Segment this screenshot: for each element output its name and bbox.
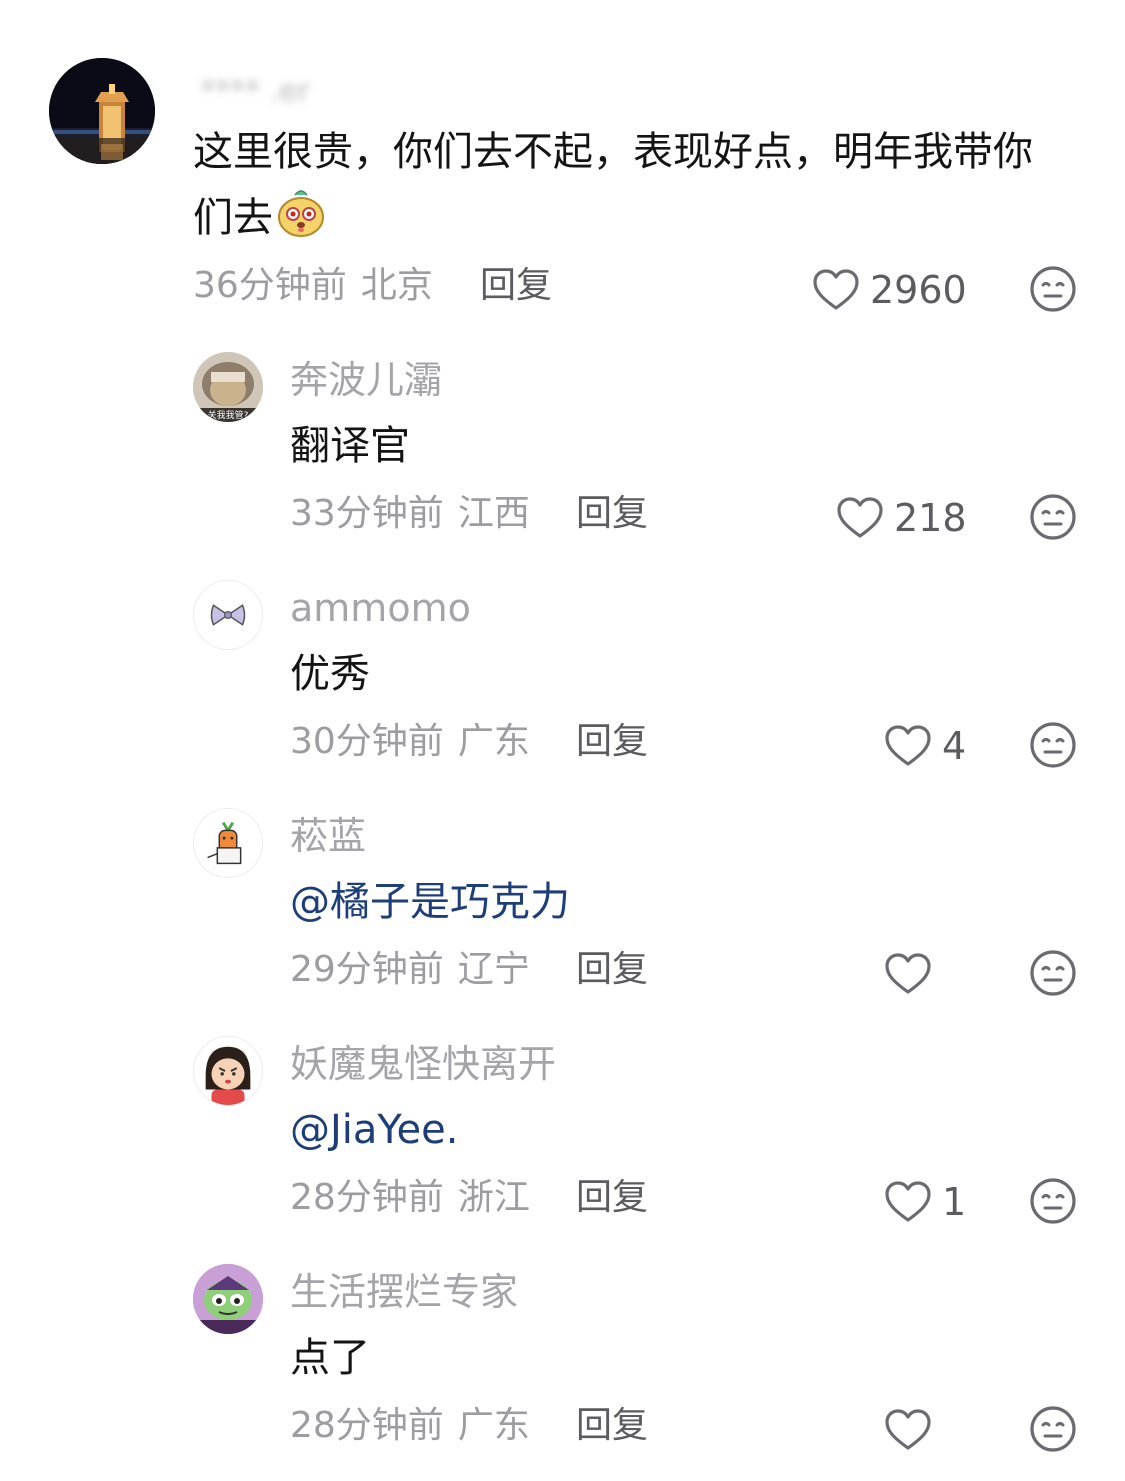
reply-button[interactable]: 回复 bbox=[576, 1176, 648, 1220]
comment-meta: 29分钟前 辽宁 bbox=[290, 948, 530, 992]
like-count: 1 bbox=[942, 1180, 967, 1224]
reply-button[interactable]: 回复 bbox=[576, 492, 648, 536]
bow-icon bbox=[194, 581, 262, 649]
heart-outline-icon bbox=[885, 1181, 931, 1222]
reply-button[interactable]: 回复 bbox=[576, 1404, 648, 1448]
comment-location: 北京 bbox=[360, 265, 433, 306]
neutral-face-icon bbox=[1030, 1406, 1076, 1452]
heart-outline-icon bbox=[885, 1409, 931, 1450]
comment-time: 30分钟前 bbox=[290, 721, 444, 762]
mention-link[interactable]: @橘子是巧克力 bbox=[290, 870, 570, 934]
username[interactable]: 生活摆烂专家 bbox=[290, 1270, 518, 1314]
comment-text: 优秀 bbox=[290, 651, 370, 697]
avatar[interactable] bbox=[193, 1264, 263, 1334]
night-tower-photo-icon bbox=[49, 58, 155, 164]
lion-photo-icon: 关我我管? bbox=[193, 352, 263, 422]
like-button[interactable] bbox=[884, 950, 932, 998]
carrot-character-icon bbox=[194, 809, 262, 877]
neutral-face-icon bbox=[1030, 494, 1076, 540]
reply-button[interactable]: 回复 bbox=[576, 720, 648, 764]
svg-text:关我我管?: 关我我管? bbox=[208, 409, 249, 421]
comment-meta: 36分钟前 北京 bbox=[193, 264, 433, 308]
dog-face-emoji-icon bbox=[275, 187, 327, 239]
avatar[interactable] bbox=[193, 808, 263, 878]
reply-button[interactable]: 回复 bbox=[576, 948, 648, 992]
heart-outline-icon bbox=[813, 269, 859, 310]
like-button[interactable]: 218 bbox=[836, 494, 967, 542]
avatar[interactable] bbox=[193, 1036, 263, 1106]
comment-location: 浙江 bbox=[457, 1177, 530, 1218]
comment-time: 28分钟前 bbox=[290, 1177, 444, 1218]
cartoon-villain-icon bbox=[193, 1264, 263, 1334]
comment-text-line2: 们去 bbox=[193, 195, 273, 241]
comment-time: 33分钟前 bbox=[290, 493, 444, 534]
dislike-button[interactable] bbox=[1029, 1177, 1077, 1225]
dislike-button[interactable] bbox=[1029, 721, 1077, 769]
like-button[interactable]: 4 bbox=[884, 722, 966, 770]
like-button[interactable]: 2960 bbox=[812, 266, 967, 314]
heart-outline-icon bbox=[885, 725, 931, 766]
neutral-face-icon bbox=[1030, 1178, 1076, 1224]
comment-meta: 33分钟前 江西 bbox=[290, 492, 530, 536]
dislike-button[interactable] bbox=[1029, 265, 1077, 313]
comment-text: 点了 bbox=[290, 1335, 370, 1381]
comment-meta: 28分钟前 浙江 bbox=[290, 1176, 530, 1220]
dislike-button[interactable] bbox=[1029, 949, 1077, 997]
comment-location: 广东 bbox=[457, 1405, 530, 1446]
comment-meta: 28分钟前 广东 bbox=[290, 1404, 530, 1448]
like-button[interactable]: 1 bbox=[884, 1178, 966, 1226]
comment-location: 江西 bbox=[457, 493, 530, 534]
username[interactable]: 菘蓝 bbox=[290, 814, 366, 858]
neutral-face-icon bbox=[1030, 950, 1076, 996]
neutral-face-icon bbox=[1030, 266, 1076, 312]
comment-location: 广东 bbox=[457, 721, 530, 762]
dislike-button[interactable] bbox=[1029, 493, 1077, 541]
like-count: 4 bbox=[942, 724, 967, 768]
username[interactable]: **** .er bbox=[200, 70, 310, 114]
avatar[interactable]: 关我我管? bbox=[193, 352, 263, 422]
comment-text: 翻译官 bbox=[290, 423, 410, 469]
heart-outline-icon bbox=[885, 953, 931, 994]
avatar[interactable] bbox=[193, 580, 263, 650]
heart-outline-icon bbox=[837, 497, 883, 538]
like-count: 218 bbox=[894, 496, 967, 540]
comment-location: 辽宁 bbox=[457, 949, 530, 990]
angry-girl-icon bbox=[194, 1037, 262, 1105]
neutral-face-icon bbox=[1030, 722, 1076, 768]
comment-time: 29分钟前 bbox=[290, 949, 444, 990]
username[interactable]: 妖魔鬼怪快离开 bbox=[290, 1042, 556, 1086]
comment-time: 36分钟前 bbox=[193, 265, 347, 306]
mention-link[interactable]: @JiaYee. bbox=[290, 1098, 458, 1162]
comment-text-continued: 们去 bbox=[193, 186, 327, 250]
username[interactable]: ammomo bbox=[290, 586, 471, 630]
comment-time: 28分钟前 bbox=[290, 1405, 444, 1446]
comment-text: 这里很贵，你们去不起，表现好点，明年我带你 bbox=[193, 129, 1033, 175]
like-button[interactable] bbox=[884, 1406, 932, 1454]
comment-meta: 30分钟前 广东 bbox=[290, 720, 530, 764]
reply-button[interactable]: 回复 bbox=[480, 264, 552, 308]
comment-item: **** .er 这里很贵，你们去不起，表现好点，明年我带你 们去 36分钟前北… bbox=[0, 0, 1125, 330]
dislike-button[interactable] bbox=[1029, 1405, 1077, 1453]
like-count: 2960 bbox=[870, 268, 967, 312]
username[interactable]: 奔波儿灞 bbox=[290, 358, 442, 402]
avatar[interactable] bbox=[49, 58, 155, 164]
